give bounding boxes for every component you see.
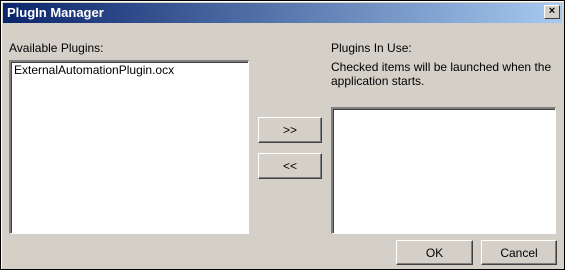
window-title: PlugIn Manager [7,5,104,20]
close-button[interactable]: × [544,5,560,19]
list-item[interactable]: ExternalAutomationPlugin.ocx [11,62,248,79]
remove-plugin-button[interactable]: << [258,153,322,179]
plugins-in-use-list[interactable] [331,107,556,234]
title-bar[interactable]: PlugIn Manager × [3,3,562,23]
close-icon: × [548,5,556,17]
ok-button[interactable]: OK [396,240,473,265]
plugins-in-use-description-line1: Checked items will be launched when the [331,60,552,74]
plugins-in-use-description-line2: application starts. [331,74,425,88]
plugin-manager-dialog: PlugIn Manager × Available Plugins: Exte… [0,0,565,270]
plugins-in-use-label: Plugins In Use: [331,41,412,55]
cancel-button[interactable]: Cancel [481,240,557,265]
add-plugin-button[interactable]: >> [258,117,322,143]
available-plugins-label: Available Plugins: [9,41,104,55]
available-plugins-list[interactable]: ExternalAutomationPlugin.ocx [9,60,249,234]
